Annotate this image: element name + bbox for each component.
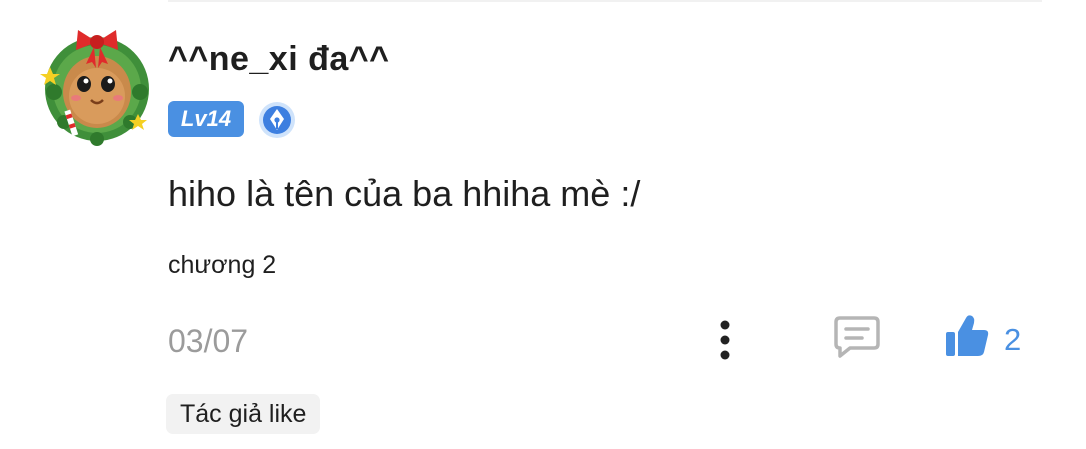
comment-author-name[interactable]: ^^ne_xi đa^^ [168,40,390,79]
user-avatar[interactable] [34,22,160,148]
chapter-link[interactable]: chương 2 [168,251,276,280]
pen-nib-icon [259,102,295,138]
thumbs-up-icon [946,315,989,356]
like-button[interactable]: 2 [940,312,1030,362]
author-liked-tag: Tác giả like [166,394,321,434]
christmas-wreath-avatar-icon [40,30,149,146]
reply-button[interactable] [832,314,882,360]
user-level-badge: Lv14 [168,101,244,137]
vertical-ellipsis-icon [720,320,730,360]
like-count: 2 [1004,322,1022,357]
comment-bubble-icon [834,316,880,358]
top-divider [168,0,1042,2]
writer-badge [258,101,296,139]
more-options-button[interactable] [708,318,742,362]
comment-date: 03/07 [168,323,249,359]
comment-text: hiho là tên của ba hhiha mè :/ [168,173,641,214]
